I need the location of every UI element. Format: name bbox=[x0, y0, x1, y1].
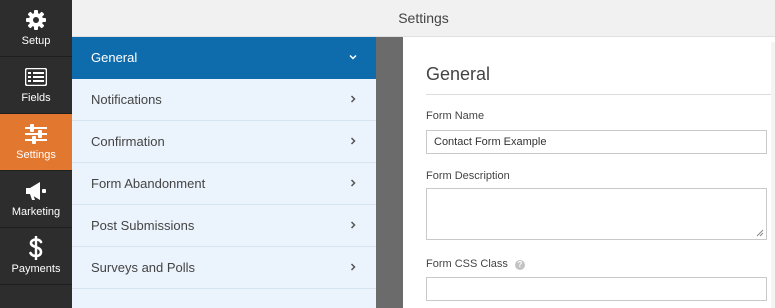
section-label: Surveys and Polls bbox=[91, 260, 196, 275]
sidebar-item-fields[interactable]: Fields bbox=[0, 57, 72, 114]
section-form-abandonment[interactable]: Form Abandonment bbox=[72, 163, 376, 205]
section-post-submissions[interactable]: Post Submissions bbox=[72, 205, 376, 247]
list-icon bbox=[0, 66, 72, 88]
panel-gutter bbox=[376, 37, 403, 308]
form-css-class-label: Form CSS Class? bbox=[426, 258, 525, 270]
settings-panel: General Form Name Contact Form Example F… bbox=[403, 42, 775, 308]
scrollbar[interactable] bbox=[771, 42, 775, 308]
resize-handle-icon[interactable] bbox=[756, 229, 764, 237]
chevron-down-icon bbox=[349, 54, 357, 60]
sidebar-item-payments[interactable]: Payments bbox=[0, 228, 72, 285]
sidebar-item-marketing[interactable]: Marketing bbox=[0, 171, 72, 228]
section-surveys-and-polls[interactable]: Surveys and Polls bbox=[72, 247, 376, 289]
dollar-icon bbox=[0, 236, 72, 260]
megaphone-icon bbox=[0, 180, 72, 202]
divider bbox=[426, 94, 775, 95]
chevron-right-icon bbox=[350, 95, 356, 103]
settings-sections-list: General Notifications Confirmation Form … bbox=[72, 37, 376, 308]
section-label: Confirmation bbox=[91, 134, 165, 149]
section-notifications[interactable]: Notifications bbox=[72, 79, 376, 121]
sidebar-item-label: Fields bbox=[21, 92, 51, 104]
form-name-input[interactable]: Contact Form Example bbox=[426, 130, 767, 154]
form-css-class-label-text: Form CSS Class bbox=[426, 258, 508, 270]
chevron-right-icon bbox=[350, 221, 356, 229]
panel-title: General bbox=[426, 64, 491, 84]
chevron-right-icon bbox=[350, 263, 356, 271]
question-icon[interactable]: ? bbox=[514, 260, 525, 270]
page-title: Settings bbox=[398, 10, 449, 26]
section-label: Form Abandonment bbox=[91, 176, 206, 191]
sidebar-item-setup[interactable]: Setup bbox=[0, 0, 72, 57]
page-header: Settings bbox=[72, 0, 775, 37]
form-description-textarea[interactable] bbox=[426, 188, 767, 240]
section-confirmation[interactable]: Confirmation bbox=[72, 121, 376, 163]
form-name-label: Form Name bbox=[426, 110, 485, 122]
sliders-icon bbox=[0, 123, 72, 145]
form-css-class-input[interactable] bbox=[426, 277, 767, 301]
chevron-right-icon bbox=[350, 179, 356, 187]
form-description-label: Form Description bbox=[426, 170, 510, 182]
section-general[interactable]: General bbox=[72, 37, 376, 79]
sidebar-item-label: Payments bbox=[11, 263, 61, 275]
sidebar-item-label: Marketing bbox=[11, 206, 61, 218]
section-label: Post Submissions bbox=[91, 218, 195, 233]
section-label: Notifications bbox=[91, 92, 162, 107]
chevron-right-icon bbox=[350, 137, 356, 145]
builder-sidebar: Setup Fields Settings Marketing Payments bbox=[0, 0, 72, 308]
sidebar-item-settings[interactable]: Settings bbox=[0, 114, 72, 171]
gear-icon bbox=[0, 9, 72, 31]
sidebar-item-label: Setup bbox=[21, 35, 51, 47]
section-label: General bbox=[91, 50, 138, 65]
sidebar-item-label: Settings bbox=[16, 149, 56, 161]
